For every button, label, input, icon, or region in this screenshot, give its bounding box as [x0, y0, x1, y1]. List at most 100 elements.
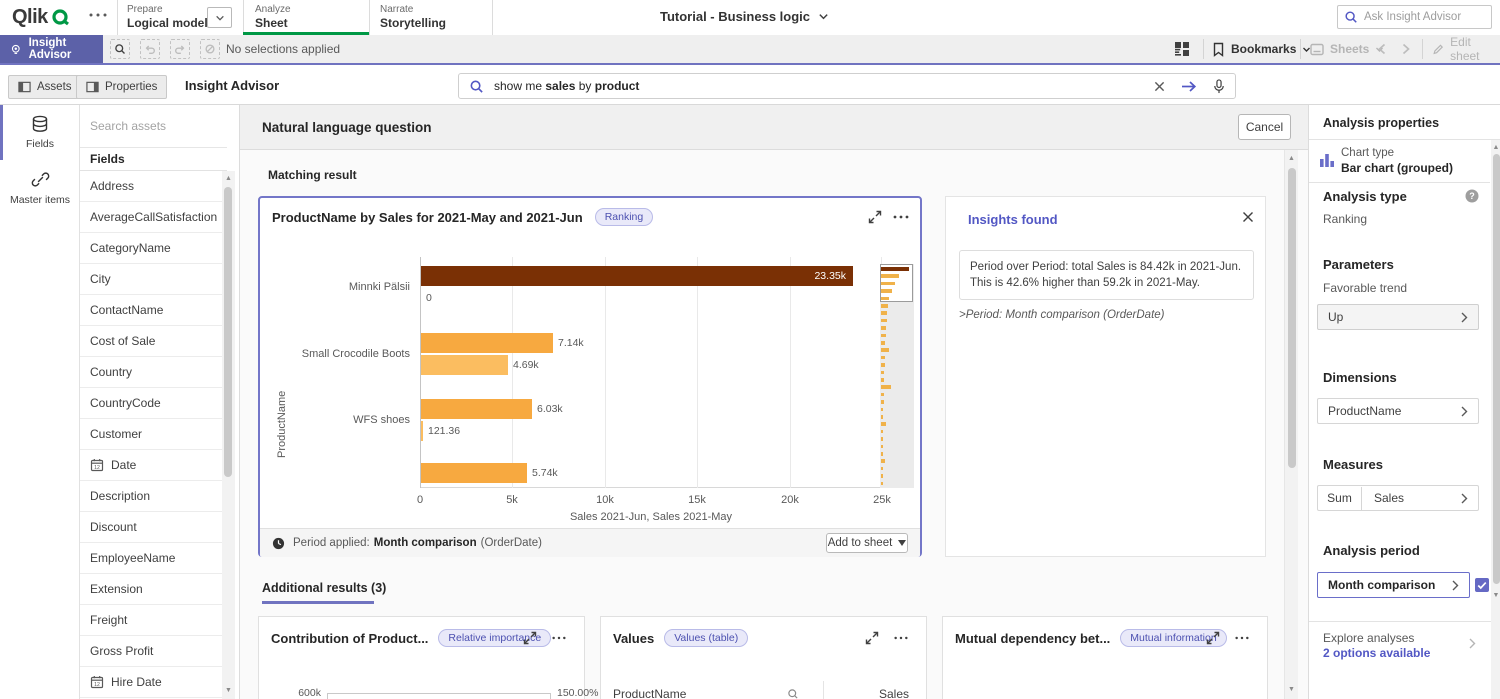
chevron-right-icon[interactable]: [1469, 638, 1476, 649]
bar-chart-plot[interactable]: 23.35k07.14k4.69k6.03k121.365.74k: [420, 257, 882, 488]
prepare-dropdown-button[interactable]: [207, 7, 232, 28]
nav-narrate[interactable]: Narrate Storytelling: [380, 4, 446, 31]
field-item-employeename[interactable]: EmployeeName: [80, 543, 222, 574]
table-column-header[interactable]: Sales: [831, 687, 909, 699]
chart-mini-navigator[interactable]: [880, 264, 914, 488]
properties-scrollbar[interactable]: ▲ ▼: [1491, 140, 1500, 699]
field-item-contactname[interactable]: ContactName: [80, 295, 222, 326]
rail-item-master-items[interactable]: Master items: [0, 160, 80, 215]
cancel-button[interactable]: Cancel: [1238, 114, 1291, 140]
field-item-customer[interactable]: Customer: [80, 419, 222, 450]
field-item-extension[interactable]: Extension: [80, 574, 222, 605]
scroll-up-arrow[interactable]: ▲: [1491, 142, 1500, 154]
scroll-down-arrow[interactable]: ▼: [222, 685, 235, 697]
divider: [117, 0, 118, 35]
field-item-averagecallsatisfaction[interactable]: AverageCallSatisfaction: [80, 202, 222, 233]
scrollbar-thumb[interactable]: [1288, 168, 1296, 468]
natural-language-query-field[interactable]: show me sales by product: [458, 73, 1236, 99]
analysis-period-button[interactable]: Month comparison: [1317, 572, 1470, 598]
field-item-gross-profit[interactable]: Gross Profit: [80, 636, 222, 667]
mini-bar: [881, 371, 884, 375]
search-icon: [114, 43, 126, 55]
submit-query-icon[interactable]: [1181, 80, 1197, 93]
field-item-city[interactable]: City: [80, 264, 222, 295]
assets-search-box[interactable]: [80, 105, 227, 148]
panel-right-icon: [86, 81, 99, 93]
main-scrollbar[interactable]: ▲ ▼: [1284, 150, 1298, 699]
bar-sales-2021-jun[interactable]: [421, 399, 532, 419]
field-item-hire-date[interactable]: 12Hire Date: [80, 667, 222, 698]
expand-icon[interactable]: [1206, 631, 1220, 645]
bar-sales-2021-may[interactable]: [421, 421, 423, 441]
query-text[interactable]: show me sales by product: [494, 79, 1154, 93]
assets-toggle-button[interactable]: Assets: [8, 75, 82, 99]
result-card-values[interactable]: Values Values (table) ProductName Sales: [600, 616, 927, 699]
properties-toggle-button[interactable]: Properties: [76, 75, 167, 99]
expand-icon[interactable]: [868, 210, 882, 224]
scrollbar-thumb[interactable]: [1493, 154, 1500, 584]
chart-type-block[interactable]: Chart type Bar chart (grouped): [1309, 140, 1490, 183]
scroll-down-arrow[interactable]: ▼: [1491, 590, 1500, 602]
field-item-categoryname[interactable]: CategoryName: [80, 233, 222, 264]
scroll-up-arrow[interactable]: ▲: [1285, 153, 1298, 165]
additional-results-tab[interactable]: Additional results (3): [262, 581, 386, 595]
nav-analyze[interactable]: Analyze Sheet: [255, 4, 291, 31]
measure-button[interactable]: Sum Sales: [1317, 485, 1479, 511]
bookmark-icon: [1212, 42, 1225, 57]
chart-suggestions-button[interactable]: [1174, 39, 1190, 59]
field-item-country[interactable]: Country: [80, 357, 222, 388]
favorable-trend-button[interactable]: Up: [1317, 304, 1479, 330]
global-search-box[interactable]: [1337, 5, 1492, 29]
scroll-up-arrow[interactable]: ▲: [222, 173, 235, 185]
field-item-freight[interactable]: Freight: [80, 605, 222, 636]
scrollbar-thumb[interactable]: [224, 187, 232, 477]
assets-search-input[interactable]: [90, 119, 210, 133]
field-item-cost-of-sale[interactable]: Cost of Sale: [80, 326, 222, 357]
table-column-header[interactable]: ProductName: [613, 687, 686, 699]
expand-icon[interactable]: [523, 631, 537, 645]
mini-bar: [881, 445, 883, 449]
field-item-discount[interactable]: Discount: [80, 512, 222, 543]
calendar-icon: 12: [90, 675, 104, 689]
bar-sales-2021-may[interactable]: [421, 355, 508, 375]
help-icon[interactable]: ?: [1465, 189, 1479, 203]
global-search-input[interactable]: [1364, 11, 1474, 23]
close-insights-button[interactable]: [1240, 209, 1256, 225]
grid-icon: [1174, 41, 1190, 57]
field-item-description[interactable]: Description: [80, 481, 222, 512]
options-menu-icon[interactable]: [892, 214, 910, 220]
options-menu-icon[interactable]: [893, 635, 909, 641]
insight-advisor-button[interactable]: Insight Advisor: [0, 35, 103, 63]
explore-analyses-options[interactable]: 2 options available: [1323, 646, 1430, 660]
scroll-down-arrow[interactable]: ▼: [1285, 684, 1298, 696]
field-item-countrycode[interactable]: CountryCode: [80, 388, 222, 419]
fields-scrollbar[interactable]: ▲ ▼: [222, 171, 235, 699]
nav-prepare[interactable]: Prepare Logical model: [127, 4, 208, 31]
smart-search-button[interactable]: [110, 39, 130, 59]
expand-icon[interactable]: [865, 631, 879, 645]
dimension-button[interactable]: ProductName: [1317, 398, 1479, 424]
bar-sales-2021-jun[interactable]: [421, 266, 853, 286]
app-title-menu[interactable]: Tutorial - Business logic: [660, 9, 829, 24]
measure-aggregation[interactable]: Sum: [1318, 487, 1362, 510]
result-card-mutual-dependency[interactable]: Mutual dependency bet... Mutual informat…: [942, 616, 1268, 699]
options-menu-icon[interactable]: [551, 635, 567, 641]
field-item-date[interactable]: 12Date: [80, 450, 222, 481]
bar-sales-2021-jun[interactable]: [421, 463, 527, 483]
rail-item-fields[interactable]: Fields: [0, 105, 80, 160]
panel-left-icon: [18, 81, 31, 93]
column-search-icon[interactable]: [787, 688, 799, 699]
options-menu-icon[interactable]: [1234, 635, 1250, 641]
add-to-sheet-button[interactable]: Add to sheet: [826, 533, 908, 553]
more-menu-icon[interactable]: [88, 11, 110, 19]
microphone-icon[interactable]: [1213, 79, 1225, 94]
period-checkbox[interactable]: [1475, 578, 1489, 592]
mini-chart-left-axis-label: 600k: [277, 687, 321, 699]
field-item-address[interactable]: Address: [80, 171, 222, 202]
result-card-contribution[interactable]: Contribution of Product... Relative impo…: [258, 616, 585, 699]
bookmarks-button[interactable]: Bookmarks: [1212, 39, 1311, 59]
qlik-logo[interactable]: Qlik: [12, 5, 71, 30]
matching-result-chart-card[interactable]: ProductName by Sales for 2021-May and 20…: [258, 196, 922, 557]
bar-sales-2021-jun[interactable]: [421, 333, 553, 353]
clear-query-icon[interactable]: [1154, 81, 1165, 92]
